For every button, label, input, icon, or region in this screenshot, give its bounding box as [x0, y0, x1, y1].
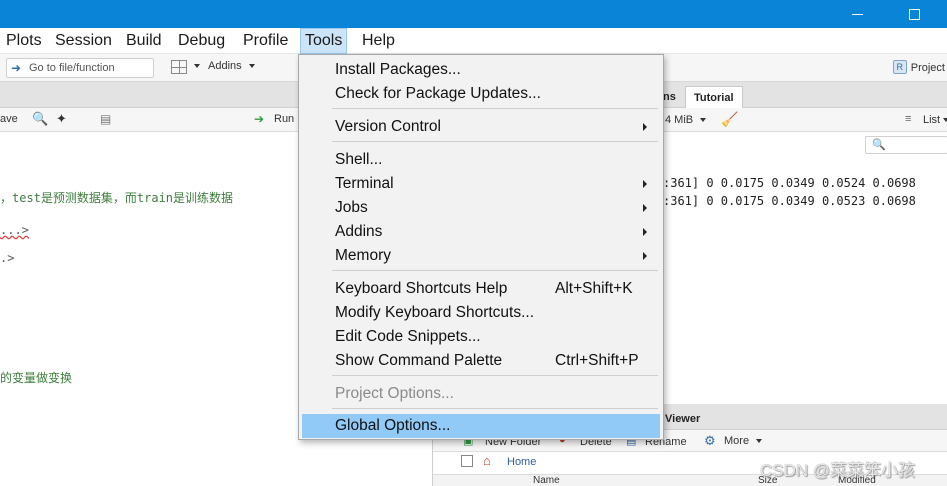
pane-layout-icon[interactable]	[171, 60, 187, 74]
menu-build[interactable]: Build	[122, 28, 166, 54]
menu-separator	[332, 141, 658, 142]
go-to-arrow-icon: ➜	[11, 61, 22, 75]
menu-help[interactable]: Help	[358, 28, 399, 54]
menu-separator	[332, 108, 658, 109]
menu-item-modify-shortcuts[interactable]: Modify Keyboard Shortcuts...	[302, 301, 660, 325]
menu-item-install-packages[interactable]: Install Packages...	[302, 58, 660, 82]
menu-item-label: Terminal	[335, 175, 394, 192]
code-line: .>	[0, 251, 15, 265]
chevron-down-icon[interactable]	[756, 439, 762, 443]
menu-item-label: Edit Code Snippets...	[335, 328, 481, 345]
maximize-button[interactable]	[891, 0, 937, 28]
document-outline-icon[interactable]: ▤	[100, 112, 111, 126]
menu-session[interactable]: Session	[51, 28, 116, 54]
select-all-checkbox[interactable]	[461, 455, 473, 467]
tools-dropdown-menu: Install Packages... Check for Package Up…	[298, 54, 664, 440]
menu-item-label: Memory	[335, 247, 391, 264]
menu-item-project-options: Project Options...	[302, 382, 660, 406]
more-button[interactable]: More	[724, 435, 749, 447]
menu-item-keyboard-shortcuts-help[interactable]: Keyboard Shortcuts Help Alt+Shift+K	[302, 277, 660, 301]
go-to-file-placeholder: Go to file/function	[29, 62, 115, 74]
run-button[interactable]: Run	[274, 113, 294, 125]
submenu-arrow-icon	[643, 180, 647, 188]
menu-item-label: Project Options...	[335, 385, 454, 402]
submenu-arrow-icon	[643, 123, 647, 131]
magic-wand-icon[interactable]: ✦	[56, 111, 67, 127]
run-arrow-icon: ➔	[254, 112, 265, 126]
search-icon[interactable]: 🔍	[32, 111, 48, 127]
go-to-file-input[interactable]: ➜ Go to file/function	[6, 58, 154, 78]
menu-item-check-updates[interactable]: Check for Package Updates...	[302, 82, 660, 106]
menu-item-label: Addins	[335, 223, 383, 240]
menu-item-shell[interactable]: Shell...	[302, 148, 660, 172]
watermark: CSDN @菜菜笨小孩	[760, 461, 916, 480]
menu-item-label: Version Control	[335, 118, 441, 135]
menu-item-label: Install Packages...	[335, 61, 461, 78]
menu-separator	[332, 270, 658, 271]
view-mode-select[interactable]: List	[923, 114, 940, 126]
chevron-down-icon[interactable]	[194, 64, 200, 68]
submenu-arrow-icon	[643, 228, 647, 236]
menu-item-shortcut: Alt+Shift+K	[555, 280, 633, 297]
menu-bar: Plots Session Build Debug Profile Tools …	[0, 28, 947, 54]
menu-item-terminal[interactable]: Terminal	[302, 172, 660, 196]
chevron-down-icon[interactable]	[700, 118, 706, 122]
menu-item-label: Global Options...	[335, 417, 451, 434]
tab-viewer[interactable]: Viewer	[657, 408, 708, 430]
menu-item-label: Jobs	[335, 199, 368, 216]
menu-item-command-palette[interactable]: Show Command Palette Ctrl+Shift+P	[302, 349, 660, 373]
menu-item-label: Modify Keyboard Shortcuts...	[335, 304, 535, 321]
chevron-down-icon[interactable]	[249, 64, 255, 68]
save-button[interactable]: ave	[0, 113, 18, 125]
menu-item-label: Check for Package Updates...	[335, 85, 541, 102]
broom-icon[interactable]: 🧹	[721, 111, 738, 128]
project-label: Project	[910, 62, 945, 74]
gear-icon: ⚙	[704, 433, 716, 448]
r-project-icon: R	[892, 60, 907, 74]
menu-tools[interactable]: Tools	[300, 28, 348, 54]
environment-row: :361] 0 0.0175 0.0349 0.0524 0.0698	[663, 176, 916, 190]
environment-row: :361] 0 0.0175 0.0349 0.0523 0.0698	[663, 194, 916, 208]
environment-search-input[interactable]: 🔍	[865, 136, 947, 154]
project-button[interactable]: R Project	[891, 54, 947, 82]
minimize-button[interactable]	[834, 0, 880, 28]
home-icon: ⌂	[483, 453, 491, 468]
menu-item-label: Shell...	[335, 151, 383, 168]
menu-separator	[332, 375, 658, 376]
code-line: ，test是预测数据集，而train是训练数据	[0, 191, 234, 205]
submenu-arrow-icon	[643, 204, 647, 212]
menu-debug[interactable]: Debug	[174, 28, 229, 54]
memory-usage-label[interactable]: 4 MiB	[665, 114, 693, 126]
maximize-icon	[908, 8, 920, 20]
minimize-icon	[851, 13, 863, 15]
menu-item-jobs[interactable]: Jobs	[302, 196, 660, 220]
menu-item-label: Keyboard Shortcuts Help	[335, 280, 508, 297]
menu-item-global-options[interactable]: Global Options...	[302, 414, 660, 438]
menu-item-shortcut: Ctrl+Shift+P	[555, 352, 639, 369]
search-icon: 🔍	[872, 139, 886, 151]
menu-item-memory[interactable]: Memory	[302, 244, 660, 268]
submenu-arrow-icon	[643, 252, 647, 260]
title-bar	[0, 0, 947, 28]
chevron-down-icon[interactable]	[943, 118, 947, 122]
column-name[interactable]: Name	[533, 475, 560, 486]
menu-item-version-control[interactable]: Version Control	[302, 115, 660, 139]
menu-separator	[332, 408, 658, 409]
menu-plots[interactable]: Plots	[2, 28, 46, 54]
menu-item-addins[interactable]: Addins	[302, 220, 660, 244]
tab-tutorial[interactable]: Tutorial	[685, 86, 743, 108]
home-link[interactable]: Home	[507, 456, 536, 468]
code-line: ...>	[0, 223, 29, 237]
menu-item-edit-snippets[interactable]: Edit Code Snippets...	[302, 325, 660, 349]
list-view-icon: ≡	[905, 113, 912, 125]
code-line: 的变量做变换	[0, 371, 73, 385]
menu-item-label: Show Command Palette	[335, 352, 503, 369]
menu-profile[interactable]: Profile	[239, 28, 292, 54]
addins-button[interactable]: Addins	[208, 60, 242, 72]
